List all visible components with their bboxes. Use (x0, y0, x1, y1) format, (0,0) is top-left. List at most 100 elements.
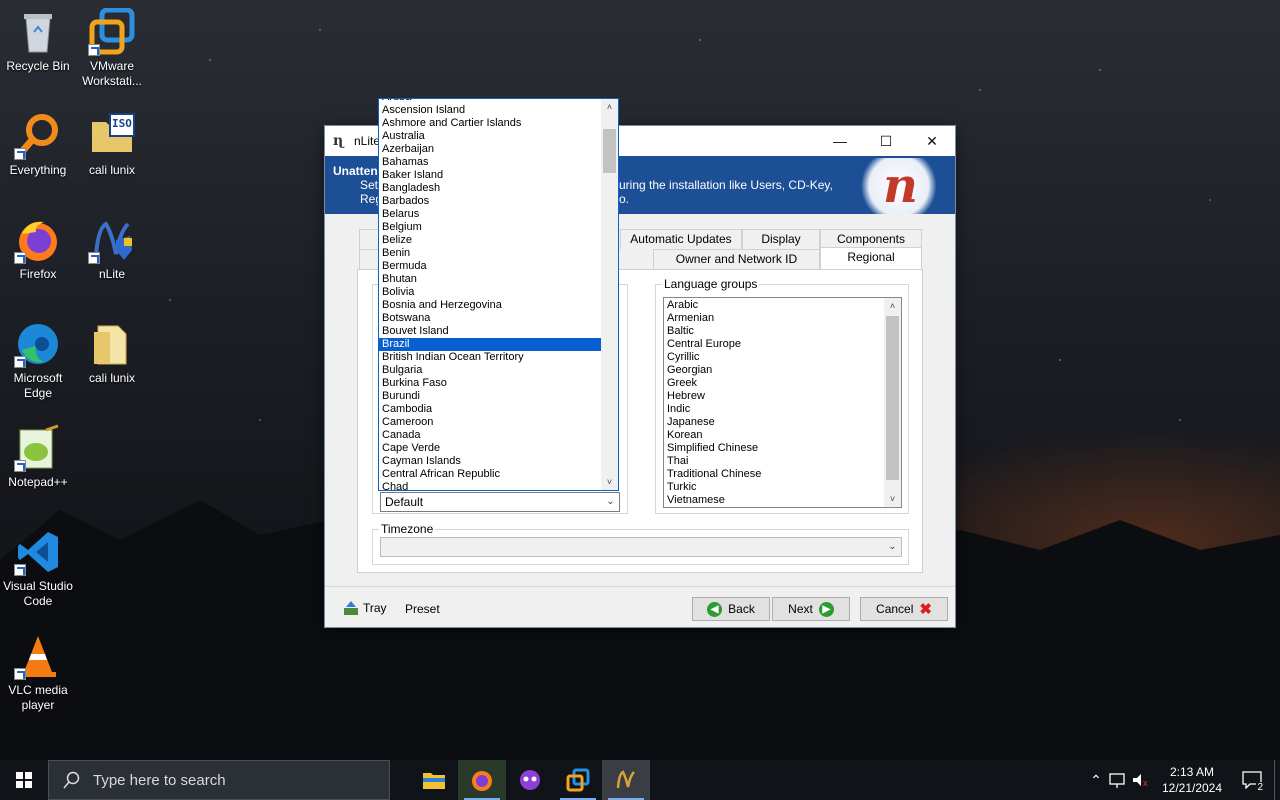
preset-button[interactable]: Preset (405, 602, 440, 616)
taskbar-vmware[interactable] (554, 760, 602, 800)
language-group-item[interactable]: Hebrew (664, 390, 901, 403)
notification-center-button[interactable]: 2 (1230, 760, 1274, 800)
dropdown-country-item[interactable]: Cambodia (379, 403, 601, 416)
desktop-icon-vscode[interactable]: Visual Studio Code (0, 528, 76, 609)
language-group-item[interactable]: Simplified Chinese (664, 442, 901, 455)
tab-components[interactable]: Components (820, 229, 922, 249)
dropdown-country-item[interactable]: Australia (379, 130, 601, 143)
tab-owner-and-network-id[interactable]: Owner and Network ID (653, 249, 820, 269)
close-button[interactable]: ✕ (909, 126, 955, 156)
language-group-item[interactable]: Armenian (664, 312, 901, 325)
language-group-item[interactable]: Georgian (664, 364, 901, 377)
dropdown-country-item[interactable]: Bosnia and Herzegovina (379, 299, 601, 312)
dropdown-country-item[interactable]: Belarus (379, 208, 601, 221)
dropdown-country-item[interactable]: Baker Island (379, 169, 601, 182)
chevron-up-icon[interactable]: ⌃ (1084, 772, 1108, 789)
dropdown-country-item[interactable]: Bouvet Island (379, 325, 601, 338)
dropdown-country-item[interactable]: Canada (379, 429, 601, 442)
volume-muted-icon[interactable]: x (1130, 771, 1154, 789)
dropdown-country-item[interactable]: Brazil (379, 338, 601, 351)
desktop-icon-notepad-plus-plus[interactable]: Notepad++ (0, 424, 76, 490)
vscode-icon (14, 528, 62, 576)
desktop-icon-cali-lunix-folder[interactable]: cali lunix (74, 320, 150, 386)
taskbar-app-purple[interactable] (506, 760, 554, 800)
dropdown-country-item[interactable]: Burundi (379, 390, 601, 403)
scroll-down-arrow-icon[interactable]: ˅ (601, 474, 618, 490)
dropdown-country-item[interactable]: Bolivia (379, 286, 601, 299)
tab-automatic-updates[interactable]: Automatic Updates (620, 229, 742, 249)
dropdown-country-item[interactable]: Botswana (379, 312, 601, 325)
desktop-icon-edge[interactable]: Microsoft Edge (0, 320, 76, 401)
dropdown-country-item[interactable]: Belgium (379, 221, 601, 234)
dropdown-country-item[interactable]: British Indian Ocean Territory (379, 351, 601, 364)
language-list-scrollbar[interactable]: ˄ ˅ (884, 298, 901, 507)
taskbar-clock[interactable]: 2:13 AM 12/21/2024 (1154, 764, 1230, 796)
dropdown-country-item[interactable]: Cape Verde (379, 442, 601, 455)
recycle-bin-icon (14, 8, 62, 56)
start-button[interactable] (0, 760, 48, 800)
nlite-icon (616, 770, 635, 789)
network-icon[interactable] (1108, 771, 1130, 789)
dropdown-country-item[interactable]: Ascension Island (379, 104, 601, 117)
taskbar-file-explorer[interactable] (410, 760, 458, 800)
cancel-button[interactable]: Cancel ✖ (860, 597, 948, 621)
scroll-thumb[interactable] (603, 129, 616, 173)
desktop-icon-recycle-bin[interactable]: Recycle Bin (0, 8, 76, 74)
taskbar-search-box[interactable]: Type here to search (48, 760, 390, 800)
language-group-item[interactable]: Indic (664, 403, 901, 416)
location-combo[interactable]: Default ⌄ (380, 492, 620, 512)
dropdown-country-item[interactable]: Ashmore and Cartier Islands (379, 117, 601, 130)
header-subtitle-line1-left: Set (360, 178, 379, 192)
timezone-combo[interactable]: ⌄ (380, 537, 902, 557)
country-dropdown-list[interactable]: ArubaAscension IslandAshmore and Cartier… (378, 98, 619, 491)
scroll-up-arrow-icon[interactable]: ˄ (884, 298, 901, 314)
tab-regional[interactable]: Regional (820, 247, 922, 269)
language-group-item[interactable]: Traditional Chinese (664, 468, 901, 481)
dropdown-country-item[interactable]: Cayman Islands (379, 455, 601, 468)
maximize-button[interactable]: ☐ (863, 126, 909, 156)
tray-label: Tray (363, 601, 387, 615)
dropdown-country-item[interactable]: Barbados (379, 195, 601, 208)
dropdown-country-item[interactable]: Cameroon (379, 416, 601, 429)
dropdown-country-item[interactable]: Burkina Faso (379, 377, 601, 390)
scroll-thumb[interactable] (886, 316, 899, 480)
scroll-up-arrow-icon[interactable]: ˄ (601, 99, 618, 115)
tab-display[interactable]: Display (742, 229, 820, 249)
desktop-icon-vlc[interactable]: VLC media player (0, 632, 76, 713)
desktop-icon-cali-lunix-iso[interactable]: ISO cali lunix (74, 112, 150, 178)
language-group-item[interactable]: Greek (664, 377, 901, 390)
language-groups-list[interactable]: Arabic Armenian Baltic Central Europe Cyrill… (663, 297, 902, 508)
taskbar-firefox[interactable] (458, 760, 506, 800)
language-group-item[interactable]: Thai (664, 455, 901, 468)
minimize-button[interactable]: — (817, 126, 863, 156)
language-group-item[interactable]: Vietnamese (664, 494, 901, 507)
language-group-item[interactable]: Arabic (664, 299, 901, 312)
desktop-icon-vmware[interactable]: VMware Workstati... (74, 7, 150, 89)
dropdown-country-item[interactable]: Bulgaria (379, 364, 601, 377)
language-group-item[interactable]: Korean (664, 429, 901, 442)
desktop-icon-firefox[interactable]: Firefox (0, 216, 76, 282)
language-group-item[interactable]: Turkic (664, 481, 901, 494)
dropdown-scrollbar[interactable]: ˄ ˅ (601, 99, 618, 490)
language-group-item[interactable]: Central Europe (664, 338, 901, 351)
dropdown-country-item[interactable]: Belize (379, 234, 601, 247)
dropdown-country-item[interactable]: Azerbaijan (379, 143, 601, 156)
dropdown-country-item[interactable]: Benin (379, 247, 601, 260)
desktop-icon-nlite[interactable]: nLite (74, 216, 150, 282)
system-tray: ⌃ x 2:13 AM 12/21/2024 2 (1084, 760, 1280, 800)
dropdown-country-item[interactable]: Bahamas (379, 156, 601, 169)
desktop-icon-everything[interactable]: Everything (0, 112, 76, 178)
dropdown-country-item[interactable]: Central African Republic (379, 468, 601, 481)
dropdown-country-item[interactable]: Bangladesh (379, 182, 601, 195)
dropdown-country-item[interactable]: Bhutan (379, 273, 601, 286)
tray-button[interactable]: Tray (343, 600, 387, 616)
dropdown-country-item[interactable]: Chad (379, 481, 601, 490)
language-group-item[interactable]: Japanese (664, 416, 901, 429)
taskbar-nlite[interactable] (602, 760, 650, 800)
back-button[interactable]: ◀ Back (692, 597, 770, 621)
language-group-item[interactable]: Cyrillic (664, 351, 901, 364)
scroll-down-arrow-icon[interactable]: ˅ (884, 491, 901, 507)
language-group-item[interactable]: Baltic (664, 325, 901, 338)
next-button[interactable]: Next ▶ (772, 597, 850, 621)
dropdown-country-item[interactable]: Bermuda (379, 260, 601, 273)
